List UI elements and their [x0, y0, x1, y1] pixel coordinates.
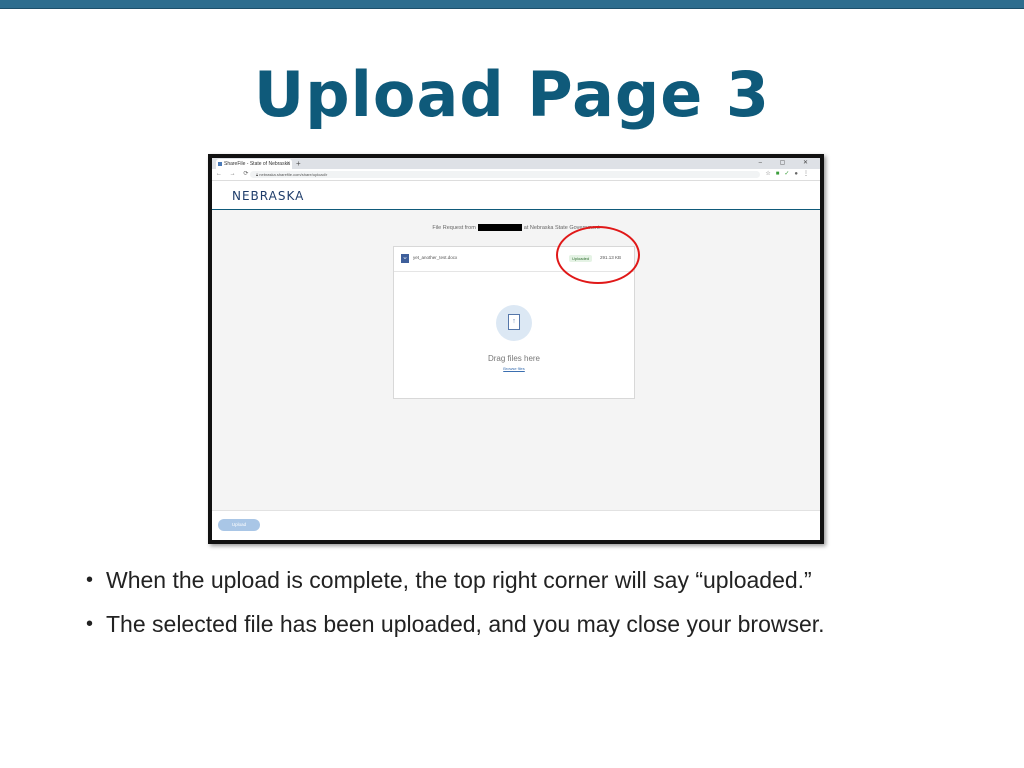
lock-icon: 🔒︎ [256, 172, 259, 177]
slide-top-bar [0, 0, 1024, 9]
request-prefix: File Request from [432, 224, 476, 231]
browser-tab-bar: ShareFile - State of Nebraska × + – ▢ ✕ [212, 158, 820, 169]
nav-buttons[interactable]: ← → ⟳ [216, 169, 251, 180]
tab-title: ShareFile - State of Nebraska [224, 161, 290, 167]
redacted-name [477, 224, 522, 231]
file-name: yet_another_test.docx [413, 255, 458, 260]
bullet-list: When the upload is complete, the top rig… [86, 566, 825, 654]
menu-icon[interactable]: ⋮ [803, 171, 814, 177]
browser-tab[interactable]: ShareFile - State of Nebraska × [216, 159, 292, 169]
site-header: NEBRASKA [212, 181, 820, 210]
upload-button[interactable]: Upload [218, 519, 260, 531]
extension-check-icon[interactable]: ✓ [784, 171, 794, 177]
address-bar: ← → ⟳ 🔒︎ nebraska.sharefile.com/share/up… [212, 169, 820, 181]
word-doc-icon: W [401, 254, 409, 263]
highlight-ring [556, 226, 640, 284]
drop-zone-circle[interactable]: ↑ [496, 305, 532, 341]
close-tab-icon[interactable]: × [286, 159, 290, 169]
drag-files-label: Drag files here [487, 354, 541, 363]
bullet-item: When the upload is complete, the top rig… [86, 566, 825, 594]
account-icon[interactable]: ● [794, 171, 803, 177]
upload-file-icon: ↑ [508, 314, 520, 330]
nebraska-logo: NEBRASKA [232, 189, 305, 203]
window-controls[interactable]: – ▢ ✕ [759, 158, 816, 169]
browser-screenshot: ShareFile - State of Nebraska × + – ▢ ✕ … [208, 154, 824, 544]
page-footer: Upload [212, 510, 820, 540]
favicon-icon [218, 162, 222, 166]
url-input[interactable]: 🔒︎ nebraska.sharefile.com/share/upload/r [250, 171, 760, 178]
slide-title: Upload Page 3 [253, 58, 771, 131]
toolbar-icons[interactable]: ☆■✓●⋮ [765, 169, 814, 180]
new-tab-button[interactable]: + [296, 158, 301, 169]
bullet-item: The selected file has been uploaded, and… [86, 610, 825, 638]
browse-files-link[interactable]: Browse files [394, 366, 634, 371]
file-request-line: File Request from at Nebraska State Gover… [212, 224, 820, 231]
url-text: nebraska.sharefile.com/share/upload/r [259, 172, 328, 177]
